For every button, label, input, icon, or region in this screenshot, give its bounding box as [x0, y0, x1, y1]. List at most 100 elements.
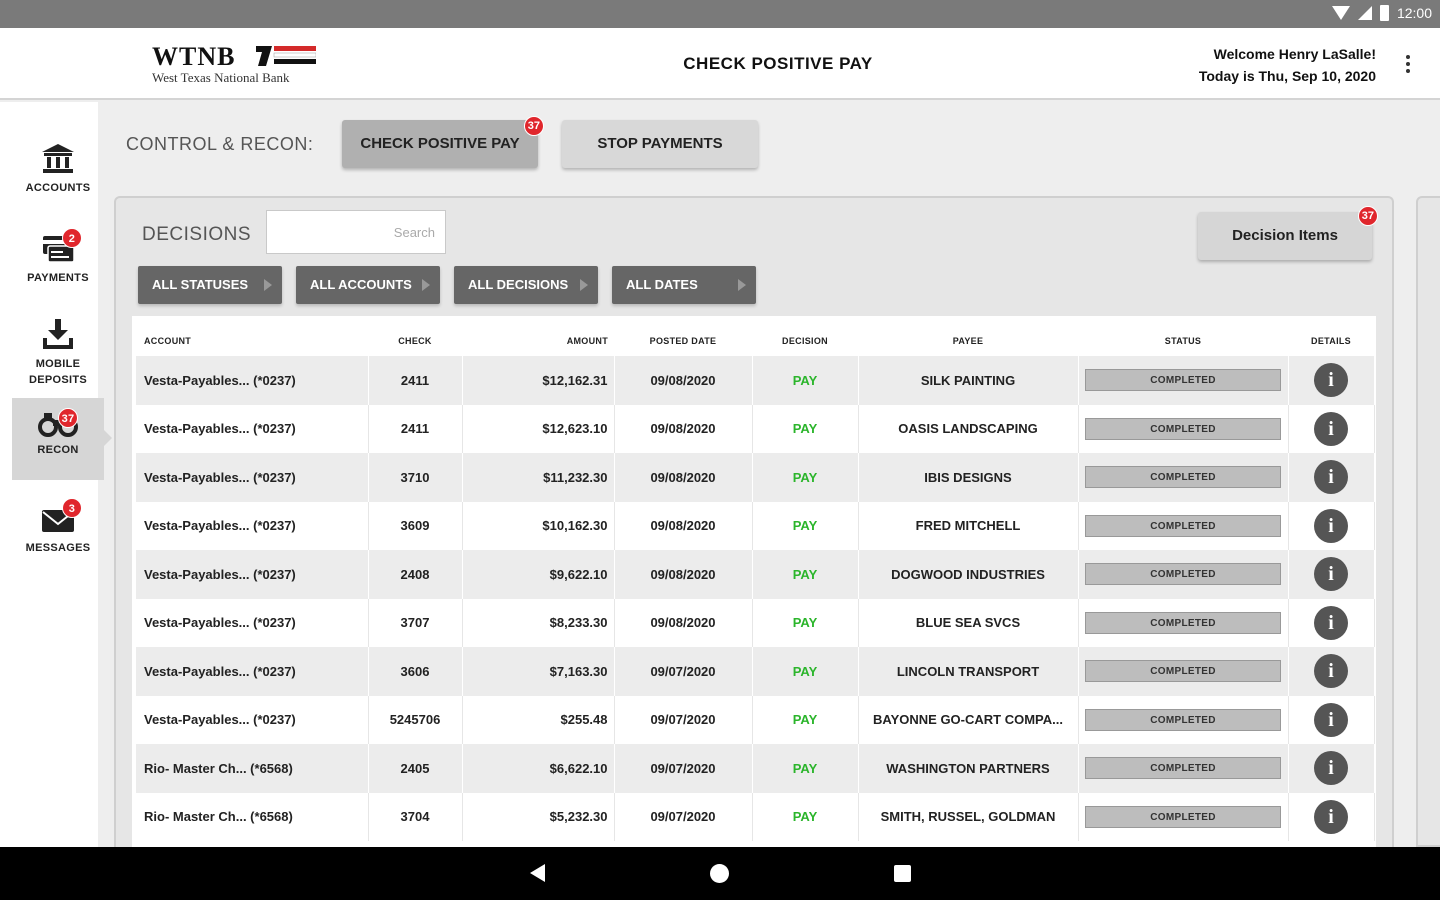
cell-amount: $6,622.10 — [462, 744, 615, 793]
info-icon[interactable]: i — [1314, 799, 1348, 834]
sidebar-item-recon[interactable]: 37 RECON — [12, 398, 112, 480]
info-icon[interactable]: i — [1314, 508, 1348, 543]
home-icon[interactable] — [710, 864, 729, 883]
tab-check-positive-pay[interactable]: CHECK POSITIVE PAY 37 — [342, 116, 544, 168]
column-header-payee[interactable]: PAYEE — [858, 316, 1078, 356]
table-row[interactable]: Vesta-Payables... (*0237) 5245706 $255.48 0… — [136, 695, 1375, 744]
filter-label: ALL DATES — [626, 277, 698, 292]
table-row[interactable]: Vesta-Payables... (*0237) 3609 $10,162.30 0… — [136, 501, 1375, 550]
wifi-icon — [1331, 6, 1350, 20]
cell-check: 2408 — [368, 550, 463, 599]
sidebar-item-label: PAYMENTS — [27, 272, 89, 284]
cell-payee: FRED MITCHELL — [858, 501, 1079, 550]
cell-check: 3609 — [368, 501, 463, 550]
column-header-details: DETAILS — [1311, 336, 1351, 346]
decisions-table-container[interactable]: ACCOUNT CHECK AMOUNT POSTED DATE DECISIO… — [132, 316, 1376, 849]
status-badge: COMPLETED — [1085, 563, 1281, 586]
info-icon[interactable]: i — [1314, 702, 1348, 737]
cell-decision: PAY — [752, 695, 859, 744]
check-positive-pay-badge: 37 — [523, 116, 544, 136]
cell-decision: PAY — [752, 404, 859, 453]
sidebar-item-accounts[interactable]: ACCOUNTS — [12, 142, 104, 196]
status-time: 12:00 — [1396, 5, 1432, 21]
cell-amount: $7,163.30 — [462, 647, 615, 696]
cell-details: i — [1288, 598, 1375, 647]
cell-payee: BLUE SEA SVCS — [858, 598, 1079, 647]
filter-decisions[interactable]: ALL DECISIONS — [454, 266, 598, 304]
battery-icon — [1379, 5, 1389, 21]
cell-posted-date: 09/08/2020 — [614, 550, 753, 599]
filter-label: ALL STATUSES — [152, 277, 249, 292]
decision-items-button[interactable]: Decision Items 37 — [1198, 206, 1378, 260]
status-badge: COMPLETED — [1085, 660, 1281, 683]
status-badge: COMPLETED — [1085, 466, 1281, 489]
back-icon[interactable] — [530, 864, 545, 882]
cell-status: COMPLETED — [1078, 404, 1289, 453]
sidebar-item-payments[interactable]: 2 PAYMENTS — [12, 228, 104, 286]
info-icon[interactable]: i — [1314, 363, 1348, 398]
info-icon[interactable]: i — [1314, 460, 1348, 495]
cell-check: 2405 — [368, 744, 463, 793]
cell-status: COMPLETED — [1078, 792, 1289, 841]
table-row[interactable]: Vesta-Payables... (*0237) 2408 $9,622.10 09… — [136, 550, 1375, 599]
recent-apps-icon[interactable] — [894, 865, 911, 882]
cell-details: i — [1288, 356, 1375, 405]
table-row[interactable]: Vesta-Payables... (*0237) 3707 $8,233.30 09… — [136, 598, 1375, 647]
table-row[interactable]: Rio- Master Ch... (*6568) 3704 $5,232.30 09… — [136, 792, 1375, 841]
cell-check: 3707 — [368, 598, 463, 647]
decision-items-label: Decision Items — [1232, 227, 1338, 244]
cell-check: 2411 — [368, 356, 463, 405]
sidebar-item-label: ACCOUNTS — [25, 182, 91, 194]
table-row[interactable]: Vesta-Payables... (*0237) 3710 $11,232.30 0… — [136, 453, 1375, 502]
filter-bar: ALL STATUSES ALL ACCOUNTS ALL DECISIONS … — [138, 266, 756, 304]
sidebar-item-label-2: DEPOSITS — [28, 374, 88, 386]
info-icon[interactable]: i — [1314, 605, 1348, 640]
column-header-status[interactable]: STATUS — [1078, 316, 1288, 356]
info-icon[interactable]: i — [1314, 557, 1348, 592]
column-header-decision[interactable]: DECISION — [752, 316, 858, 356]
cell-account: Vesta-Payables... (*0237) — [136, 453, 369, 502]
filter-statuses[interactable]: ALL STATUSES — [138, 266, 282, 304]
tab-stop-payments[interactable]: STOP PAYMENTS — [562, 120, 758, 168]
table-row[interactable]: Vesta-Payables... (*0237) 2411 $12,162.31 0… — [136, 356, 1375, 405]
cell-decision: PAY — [752, 647, 859, 696]
cell-check: 5245706 — [368, 695, 463, 744]
cell-amount: $8,233.30 — [462, 598, 615, 647]
filter-label: ALL DECISIONS — [468, 277, 569, 292]
cell-posted-date: 09/07/2020 — [614, 647, 753, 696]
cell-payee: WASHINGTON PARTNERS — [858, 744, 1079, 793]
table-row[interactable]: Rio- Master Ch... (*6568) 2405 $6,622.10 09… — [136, 744, 1375, 793]
status-badge: COMPLETED — [1085, 757, 1281, 780]
table-row[interactable]: Vesta-Payables... (*0237) 3606 $7,163.30 09… — [136, 647, 1375, 696]
filter-accounts[interactable]: ALL ACCOUNTS — [296, 266, 440, 304]
column-header-amount[interactable]: AMOUNT — [462, 316, 614, 356]
cell-account: Vesta-Payables... (*0237) — [136, 695, 369, 744]
search-input[interactable] — [266, 210, 446, 254]
info-icon[interactable]: i — [1314, 751, 1348, 786]
table-row[interactable]: Vesta-Payables... (*0237) 2411 $12,623.10 0… — [136, 404, 1375, 453]
cell-status: COMPLETED — [1078, 550, 1289, 599]
column-header-check[interactable]: CHECK — [368, 316, 462, 356]
cell-decision: PAY — [752, 356, 859, 405]
app-header: WTNB West Texas National Bank CHECK POSI… — [0, 28, 1440, 100]
column-header-account[interactable]: ACCOUNT — [136, 316, 368, 356]
cell-status: COMPLETED — [1078, 356, 1289, 405]
cell-check: 3606 — [368, 647, 463, 696]
column-header-posted-date[interactable]: POSTED DATE — [614, 316, 752, 356]
decisions-panel: DECISIONS Decision Items 37 ALL STATUSES… — [114, 196, 1394, 849]
cell-details: i — [1288, 792, 1375, 841]
cell-account: Rio- Master Ch... (*6568) — [136, 744, 369, 793]
info-icon[interactable]: i — [1314, 654, 1348, 689]
cell-amount: $11,232.30 — [462, 453, 615, 502]
cell-check: 3704 — [368, 792, 463, 841]
cell-posted-date: 09/08/2020 — [614, 404, 753, 453]
filter-dates[interactable]: ALL DATES — [612, 266, 756, 304]
cell-payee: SMITH, RUSSEL, GOLDMAN — [858, 792, 1079, 841]
sidebar-item-mobile-deposits[interactable]: MOBILE DEPOSITS — [12, 318, 104, 388]
info-icon[interactable]: i — [1314, 411, 1348, 446]
tab-label: CHECK POSITIVE PAY — [360, 135, 520, 152]
more-menu-icon[interactable] — [1406, 55, 1412, 76]
secondary-panel-edge — [1416, 196, 1440, 847]
sidebar-item-messages[interactable]: 3 MESSAGES — [12, 498, 104, 556]
cell-account: Vesta-Payables... (*0237) — [136, 356, 369, 405]
